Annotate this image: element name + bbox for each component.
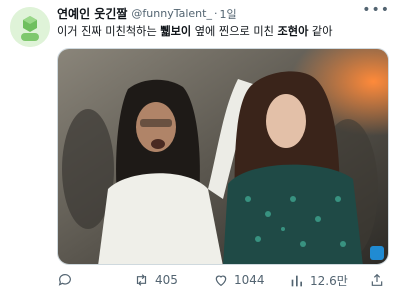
tweet-text-bold: 쀏보이: [160, 25, 192, 38]
view-count: 12.6만: [310, 274, 348, 288]
retweet-icon: [136, 274, 147, 286]
tweet-media-image[interactable]: [57, 48, 389, 265]
like-icon: [215, 275, 227, 287]
media-photo: [58, 49, 388, 264]
tweet-header: 연예인 웃긴짤 @funnyTalent_ · 1일: [57, 5, 390, 22]
action-bar: 405 1044 12.6만: [57, 272, 390, 292]
avatar-icon: [10, 7, 50, 47]
tweet-text-bold: 조현아: [277, 25, 309, 38]
reply-button[interactable]: [57, 272, 78, 288]
user-handle[interactable]: @funnyTalent_: [131, 7, 212, 20]
views-button[interactable]: 12.6만: [289, 272, 348, 289]
retweet-count: 405: [155, 273, 178, 287]
separator-dot: ·: [213, 7, 218, 20]
views-icon: [291, 275, 302, 286]
tweet-text: 이거 진짜 미친척하는 쀏보이 옆에 찐으로 미친 조현아 같아: [57, 24, 390, 40]
like-button[interactable]: 1044: [213, 272, 265, 288]
more-icon[interactable]: •••: [362, 2, 390, 18]
avatar[interactable]: [10, 7, 50, 47]
timestamp[interactable]: 1일: [219, 6, 236, 22]
like-count: 1044: [234, 273, 265, 287]
retweet-button[interactable]: 405: [133, 272, 178, 288]
display-name[interactable]: 연예인 웃긴짤: [57, 5, 127, 22]
tweet-text-part: 옆에 찐으로 미친: [191, 25, 278, 38]
tweet-text-part: 이거 진짜 미친척하는: [57, 25, 161, 38]
tweet-text-part: 같아: [308, 25, 333, 38]
share-icon: [371, 273, 383, 286]
share-button[interactable]: [369, 272, 390, 288]
reply-icon: [58, 274, 71, 286]
